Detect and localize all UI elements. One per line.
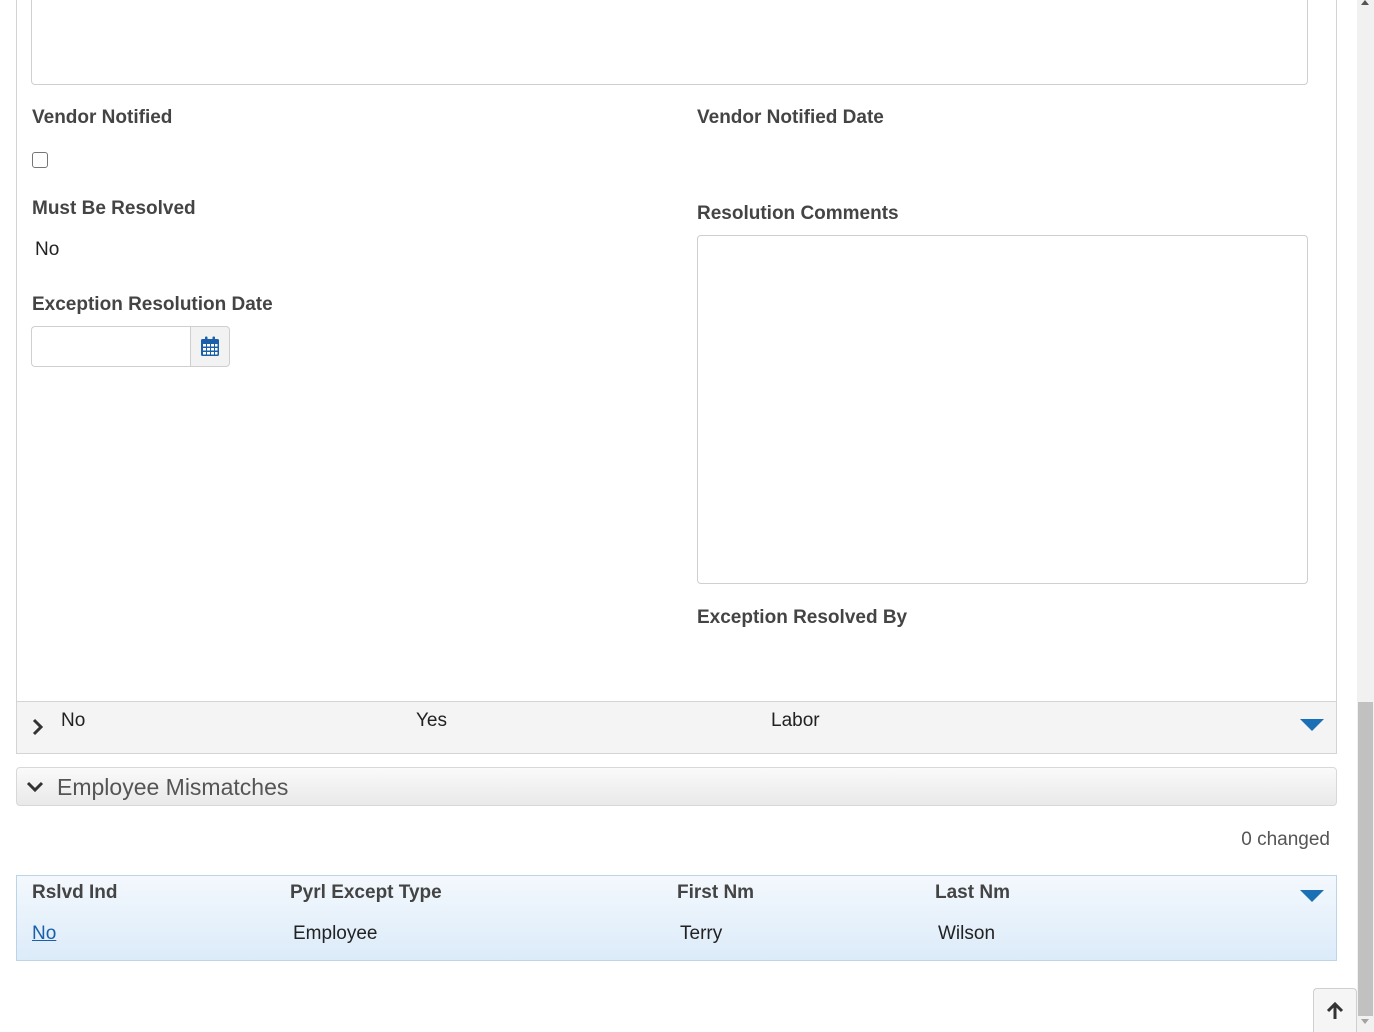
changed-count: 0 changed xyxy=(1241,829,1330,850)
exception-resolution-date-input[interactable] xyxy=(31,326,191,367)
employee-mismatches-grid: Rslvd Ind Pyrl Except Type First Nm Last… xyxy=(16,875,1337,961)
vendor-notified-checkbox[interactable] xyxy=(32,152,48,168)
must-be-resolved-value: No xyxy=(35,239,60,260)
back-to-top-button[interactable] xyxy=(1313,988,1357,1032)
chevron-down-icon[interactable] xyxy=(26,781,44,793)
calendar-icon xyxy=(201,336,219,356)
scrollbar-thumb[interactable] xyxy=(1358,702,1373,1016)
section-title: Employee Mismatches xyxy=(57,774,289,800)
vertical-scrollbar[interactable] xyxy=(1357,0,1374,1032)
column-header-first-nm[interactable]: First Nm xyxy=(677,882,754,904)
row-first-nm: Terry xyxy=(680,923,723,944)
row-last-nm: Wilson xyxy=(938,923,996,944)
scroll-up-icon[interactable] xyxy=(1361,0,1369,5)
comments-textarea[interactable] xyxy=(31,0,1308,85)
resolution-comments-textarea[interactable] xyxy=(697,235,1308,584)
row-rslvd-ind-link[interactable]: No xyxy=(32,923,56,945)
arrow-up-icon xyxy=(1326,1001,1344,1019)
column-header-pyrl-except-type[interactable]: Pyrl Except Type xyxy=(290,882,442,904)
exception-resolved-by-label: Exception Resolved By xyxy=(697,607,908,628)
must-be-resolved-label: Must Be Resolved xyxy=(32,198,196,219)
exception-summary-row[interactable]: No Yes Labor xyxy=(16,701,1337,754)
triangle-down-icon[interactable] xyxy=(1300,719,1324,731)
summary-cell-1: No xyxy=(61,710,86,731)
triangle-down-icon[interactable] xyxy=(1300,890,1324,902)
exception-resolution-date-label: Exception Resolution Date xyxy=(32,294,273,315)
summary-cell-3: Labor xyxy=(771,710,820,731)
column-header-last-nm[interactable]: Last Nm xyxy=(935,882,1010,904)
row-pyrl-except-type: Employee xyxy=(293,923,378,944)
vendor-notified-date-label: Vendor Notified Date xyxy=(697,107,884,128)
scroll-down-icon[interactable] xyxy=(1361,1019,1369,1024)
employee-mismatches-header[interactable]: Employee Mismatches xyxy=(16,767,1337,806)
summary-cell-2: Yes xyxy=(416,710,447,731)
resolution-comments-label: Resolution Comments xyxy=(697,203,899,224)
chevron-right-icon[interactable] xyxy=(32,718,44,736)
calendar-button[interactable] xyxy=(190,326,230,367)
vendor-notified-label: Vendor Notified xyxy=(32,107,173,128)
column-header-rslvd-ind[interactable]: Rslvd Ind xyxy=(32,882,118,904)
